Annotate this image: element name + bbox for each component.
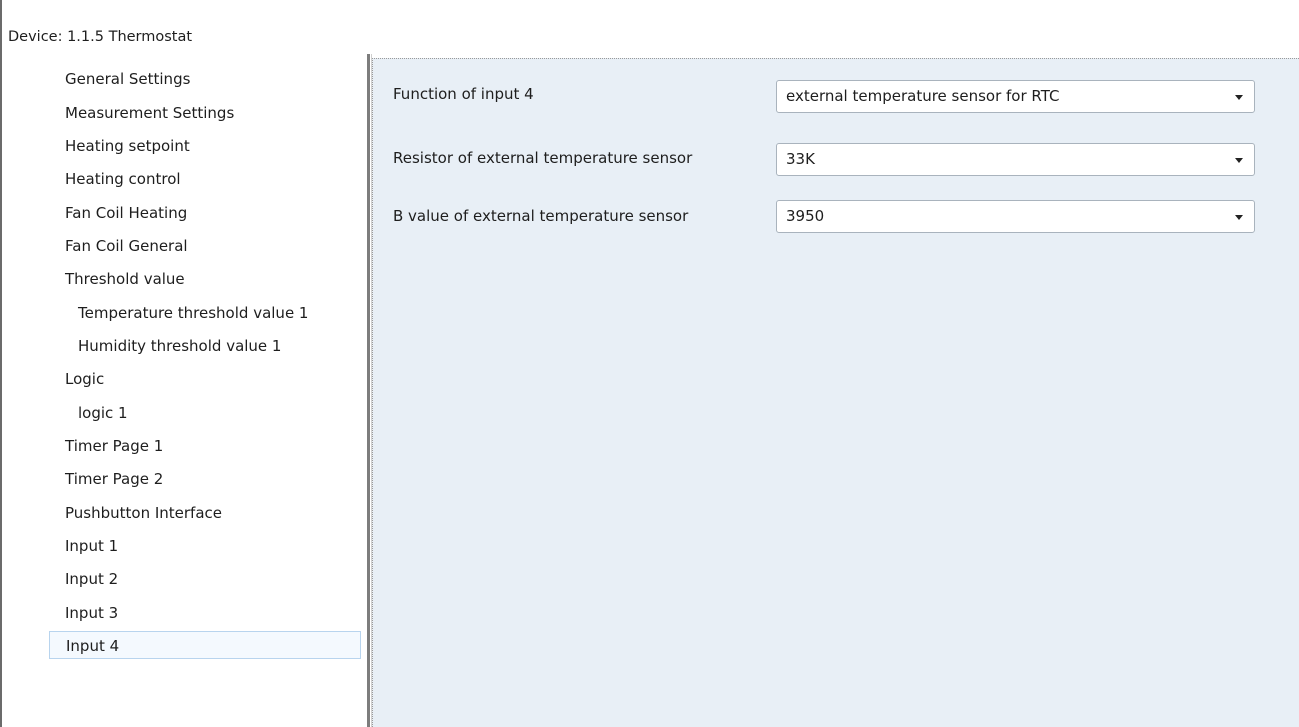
function-of-input-4-dropdown[interactable]: external temperature sensor for RTC [776, 80, 1255, 113]
tree-item-logic[interactable]: Logic [65, 365, 104, 393]
tree-item-input-4-selected[interactable]: Input 4 [49, 631, 361, 659]
resistor-external-sensor-value: 33K [786, 150, 815, 168]
function-of-input-4-value: external temperature sensor for RTC [786, 87, 1060, 105]
resistor-external-sensor-label: Resistor of external temperature sensor [393, 149, 693, 167]
function-of-input-4-label: Function of input 4 [393, 85, 534, 103]
tree-item-pushbutton-interface[interactable]: Pushbutton Interface [65, 499, 222, 527]
tree-item-temperature-threshold-value-1[interactable]: Temperature threshold value 1 [78, 299, 308, 327]
parameter-window: Device: 1.1.5 Thermostat General Setting… [0, 0, 1299, 727]
device-title: Device: 1.1.5 Thermostat [8, 29, 193, 45]
tree-item-logic-1[interactable]: logic 1 [78, 399, 128, 427]
tree-item-humidity-threshold-value-1[interactable]: Humidity threshold value 1 [78, 332, 281, 360]
parameter-panel: Function of input 4 external temperature… [372, 58, 1299, 727]
tree-item-threshold-value[interactable]: Threshold value [65, 265, 185, 293]
parameter-tree: General Settings Measurement Settings He… [2, 54, 367, 727]
tree-item-general-settings[interactable]: General Settings [65, 65, 190, 93]
tree-item-heating-setpoint[interactable]: Heating setpoint [65, 132, 190, 160]
tree-item-input-2[interactable]: Input 2 [65, 565, 118, 593]
tree-item-input-3[interactable]: Input 3 [65, 599, 118, 627]
tree-item-fan-coil-heating[interactable]: Fan Coil Heating [65, 199, 187, 227]
b-value-external-sensor-label: B value of external temperature sensor [393, 207, 689, 225]
chevron-down-icon [1235, 95, 1243, 100]
b-value-external-sensor-value: 3950 [786, 207, 825, 225]
pane-splitter[interactable] [367, 54, 372, 727]
b-value-external-sensor-dropdown[interactable]: 3950 [776, 200, 1255, 233]
tree-item-timer-page-1[interactable]: Timer Page 1 [65, 432, 163, 460]
chevron-down-icon [1235, 158, 1243, 163]
tree-item-timer-page-2[interactable]: Timer Page 2 [65, 465, 163, 493]
tree-item-measurement-settings[interactable]: Measurement Settings [65, 99, 234, 127]
resistor-external-sensor-dropdown[interactable]: 33K [776, 143, 1255, 176]
chevron-down-icon [1235, 215, 1243, 220]
tree-item-input-1[interactable]: Input 1 [65, 532, 118, 560]
tree-item-heating-control[interactable]: Heating control [65, 165, 181, 193]
tree-item-fan-coil-general[interactable]: Fan Coil General [65, 232, 188, 260]
